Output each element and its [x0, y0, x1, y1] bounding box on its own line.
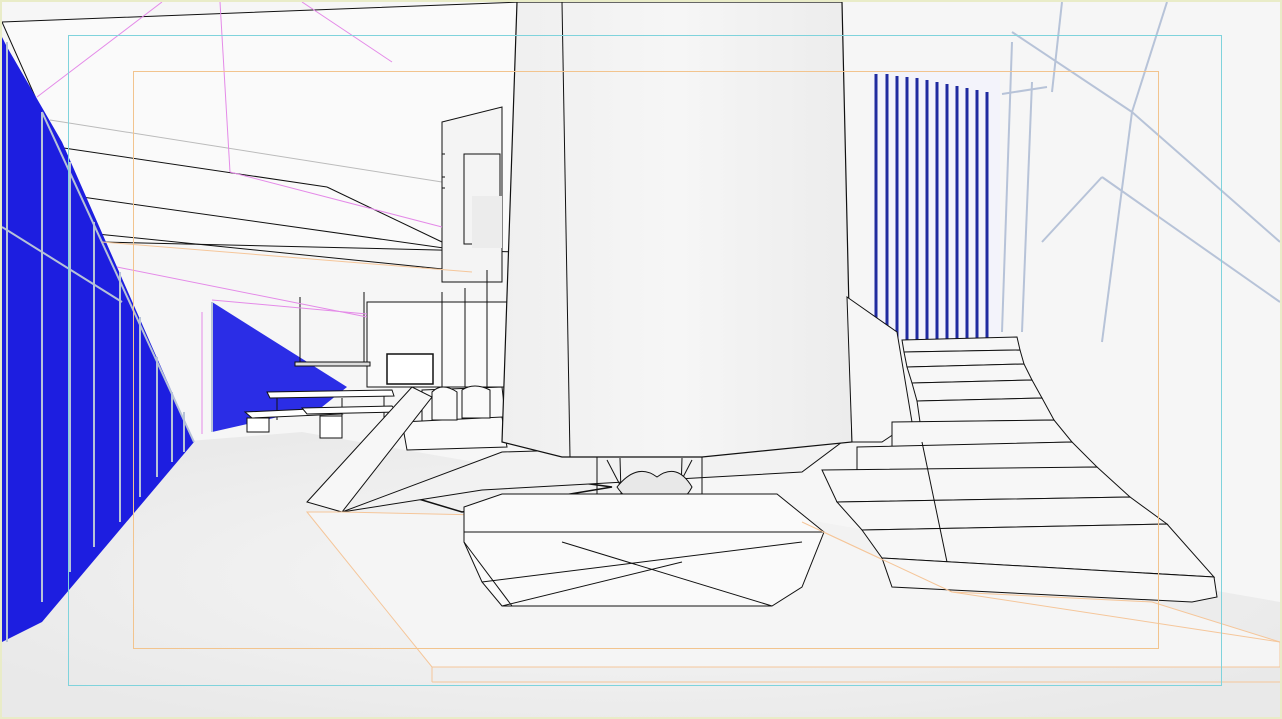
fireplace-hood	[501, 2, 853, 458]
3d-viewport[interactable]	[0, 0, 1282, 719]
architectural-scene	[2, 2, 1280, 717]
faceted-coffee-table	[463, 493, 825, 607]
mezzanine-panel	[472, 196, 502, 248]
stair-railing	[1001, 2, 1280, 343]
curtain-back	[870, 70, 1000, 340]
mezzanine-wall	[441, 106, 503, 283]
tv-screen	[386, 353, 434, 385]
